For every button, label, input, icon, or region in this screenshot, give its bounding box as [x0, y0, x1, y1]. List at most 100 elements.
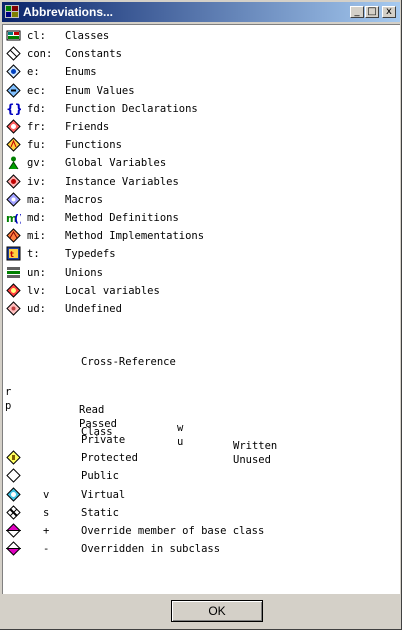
- abbreviation-description: Friends: [65, 121, 110, 133]
- local-variable-icon: [6, 283, 21, 298]
- maximize-button[interactable]: □: [365, 6, 379, 18]
- enum-value-icon: [6, 82, 21, 98]
- abbreviation-description: Enum Values: [65, 84, 135, 97]
- abbreviation-row: lv: Local variables: [3, 282, 399, 300]
- abbreviation-row: ud: Undefined: [3, 300, 399, 318]
- title-bar[interactable]: Abbreviations... _ □ x: [2, 2, 400, 22]
- class-symbol: v: [43, 488, 50, 501]
- button-bar: OK: [2, 594, 400, 628]
- override-icon: [6, 523, 21, 538]
- method-definition-icon: m(): [6, 212, 21, 225]
- abbreviation-description: Functions: [65, 139, 122, 152]
- class-legend-row: Private: [3, 431, 399, 449]
- class-description: Public: [81, 470, 119, 483]
- static-icon: [6, 505, 21, 520]
- overridden-icon: [6, 541, 21, 556]
- class-heading-row: Class: [3, 405, 399, 438]
- abbreviation-description: Undefined: [65, 303, 122, 315]
- abbreviation-description: Function Declarations: [65, 102, 198, 115]
- abbreviation-row: m() md: Method Definitions: [3, 209, 399, 227]
- svg-text:t: t: [10, 250, 14, 259]
- abbreviation-row: ma: Macros: [3, 191, 399, 209]
- close-button[interactable]: x: [382, 6, 396, 18]
- abbreviation-description: Global Variables: [65, 157, 167, 170]
- abbreviation-code: fr:: [27, 121, 46, 133]
- abbreviation-row: gv: Global Variables: [3, 154, 399, 172]
- global-variable-icon: [8, 156, 19, 170]
- abbreviation-row: cl: Classes: [3, 27, 399, 45]
- abbreviation-code: iv:: [27, 175, 46, 188]
- abbreviation-description: Method Definitions: [65, 212, 179, 224]
- abbreviation-description: Macros: [65, 193, 103, 206]
- class-icon: [6, 30, 21, 41]
- abbreviation-code: ec:: [27, 84, 46, 97]
- class-description: Protected: [81, 452, 138, 465]
- abbreviation-row: fu: Functions: [3, 136, 399, 154]
- class-symbol: +: [43, 525, 50, 537]
- class-legend-row: Public: [3, 467, 399, 485]
- class-description: Overridden in subclass: [81, 543, 221, 556]
- abbreviation-description: Unions: [65, 266, 103, 279]
- abbreviation-row: t t: Typedefs: [3, 245, 399, 263]
- abbreviation-code: un:: [27, 266, 46, 279]
- svg-text:{}: {}: [6, 102, 21, 116]
- virtual-icon: [6, 486, 21, 502]
- class-legend-row: s Static: [3, 504, 399, 522]
- abbreviation-description: Method Implementations: [65, 230, 205, 243]
- class-legend-row: + Override member of base class: [3, 522, 399, 540]
- abbreviation-code: fu:: [27, 139, 46, 152]
- window-title: Abbreviations...: [23, 5, 114, 19]
- class-description: Static: [81, 506, 119, 519]
- abbreviation-row: {} fd: Function Declarations: [3, 100, 399, 118]
- abbreviation-code: cl:: [27, 30, 46, 42]
- typedef-icon: t: [6, 246, 21, 261]
- cross-reference-row: p Passed u Unused: [3, 379, 399, 466]
- abbreviation-row: ec: Enum Values: [3, 82, 399, 100]
- abbreviation-description: Enums: [65, 66, 97, 79]
- abbreviation-row: un: Unions: [3, 264, 399, 282]
- class-description: Override member of base class: [81, 525, 265, 537]
- legend-content: cl: Classes con: Constants e: Enums ec: Enum Va…: [2, 24, 400, 594]
- abbreviation-code: con:: [27, 48, 53, 61]
- method-implementation-icon: [6, 228, 21, 243]
- abbreviation-code: lv:: [27, 284, 46, 297]
- class-description: Private: [81, 434, 126, 446]
- function-declaration-icon: {}: [6, 102, 21, 116]
- abbreviation-row: iv: Instance Variables: [3, 173, 399, 191]
- protected-icon: [6, 450, 21, 465]
- minimize-button[interactable]: _: [350, 6, 364, 18]
- abbreviation-code: ud:: [27, 303, 46, 315]
- app-icon: [5, 5, 19, 18]
- abbreviation-description: Typedefs: [65, 248, 116, 261]
- cross-reference-heading-row: Cross-Reference: [3, 335, 399, 368]
- abbreviation-row: fr: Friends: [3, 118, 399, 136]
- abbreviation-description: Classes: [65, 30, 110, 42]
- class-legend-row: v Virtual: [3, 486, 399, 504]
- ok-button[interactable]: OK: [171, 600, 263, 622]
- constant-icon: [6, 46, 21, 61]
- enum-icon: [6, 64, 21, 80]
- undefined-icon: [6, 301, 21, 316]
- abbreviation-code: e:: [27, 66, 40, 79]
- abbreviation-row: mi: Method Implementations: [3, 227, 399, 245]
- class-legend-row: - Overridden in subclass: [3, 540, 399, 558]
- abbreviation-description: Instance Variables: [65, 175, 179, 188]
- class-legend-row: Protected: [3, 449, 399, 467]
- svg-text:(): (): [14, 212, 21, 225]
- abbreviation-code: fd:: [27, 102, 46, 115]
- instance-variable-icon: [6, 173, 21, 189]
- abbreviation-description: Constants: [65, 48, 122, 61]
- public-icon: [6, 468, 21, 484]
- union-icon: [7, 266, 20, 278]
- abbreviation-code: t:: [27, 248, 40, 261]
- abbreviation-description: Local variables: [65, 284, 160, 297]
- abbreviation-row: e: Enums: [3, 63, 399, 81]
- friend-icon: [6, 119, 21, 134]
- class-description: Virtual: [81, 488, 126, 501]
- abbreviations-window: Abbreviations... _ □ x cl: Classes con: Con…: [0, 0, 402, 630]
- class-symbol: -: [43, 543, 50, 556]
- abbreviation-code: md:: [27, 212, 46, 224]
- function-icon: [6, 137, 21, 152]
- abbreviation-code: mi:: [27, 230, 46, 243]
- abbreviation-code: gv:: [27, 157, 46, 170]
